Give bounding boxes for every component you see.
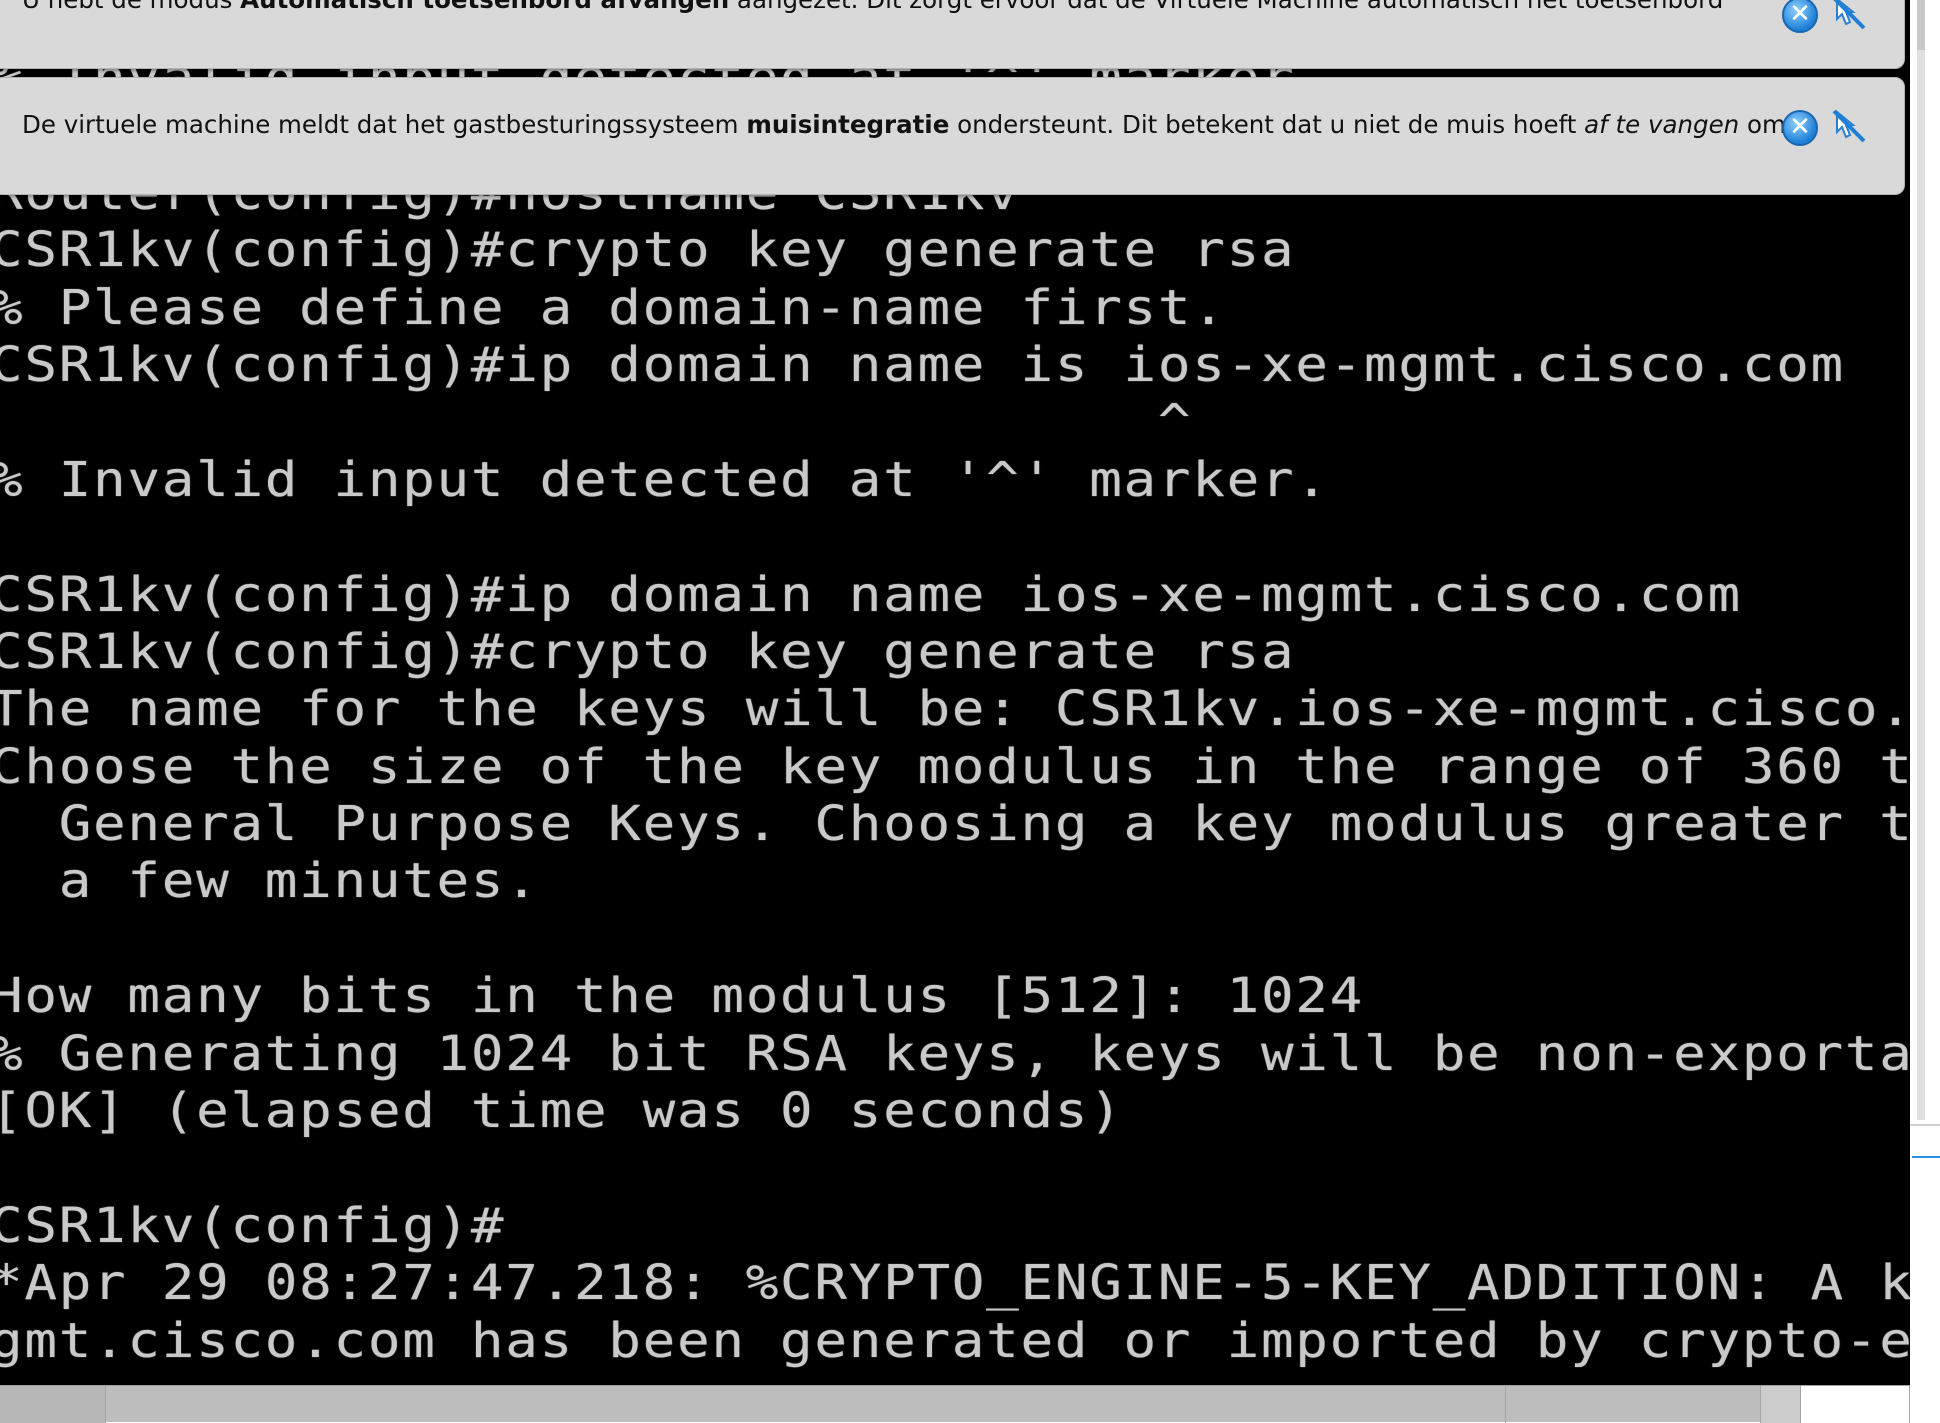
notification-text-part: De virtuele machine meldt dat het gastbe… — [22, 110, 747, 139]
status-bar-segment — [1506, 1386, 1761, 1423]
close-icon[interactable]: ✕ — [1782, 0, 1818, 33]
terminal-output: % Invalid input detected at '^' marker.R… — [0, 50, 1910, 1370]
terminal-line: gmt.cisco.com has been generated or impo… — [0, 1312, 1910, 1369]
notification-text-part: om — [1739, 110, 1786, 139]
terminal-line: General Purpose Keys. Choosing a key mod… — [58, 796, 1910, 853]
divider — [1910, 1124, 1940, 1126]
status-bar-segment — [1801, 1386, 1910, 1423]
notification-text-part: muisintegratie — [746, 110, 950, 139]
terminal-line: CSR1kv(config)# — [0, 1197, 506, 1254]
do-not-show-again-icon[interactable] — [1829, 106, 1869, 146]
terminal-line: How many bits in the modulus [512]: 1024 — [0, 968, 1365, 1025]
notification-keyboard-capture: U hebt de modus Automatisch toetsenbord … — [0, 0, 1905, 69]
terminal-line: ^ — [0, 394, 1193, 451]
scrollbar-thumb[interactable] — [1917, 0, 1925, 50]
terminal-line: The name for the keys will be: CSR1kv.io… — [0, 681, 1910, 738]
notification-mouse-integration: De virtuele machine meldt dat het gastbe… — [0, 77, 1905, 195]
notification-message: De virtuele machine meldt dat het gastbe… — [22, 110, 1786, 139]
terminal-line: CSR1kv(config)#crypto key generate rsa — [0, 623, 1296, 680]
terminal-line: a few minutes. — [0, 853, 540, 910]
terminal-line: Choose the size of the key modulus in th… — [0, 738, 1910, 795]
accent-line — [1912, 1156, 1940, 1158]
status-bar-segment — [0, 1386, 106, 1423]
notification-text-part: Automatisch toetsenbord afvangen — [240, 0, 729, 14]
terminal-line: % Please define a domain-name first. — [0, 279, 1227, 336]
terminal-line: % Generating 1024 bit RSA keys, keys wil… — [0, 1025, 1910, 1082]
notification-text-part: aangezet. Dit zorgt ervoor dat de Virtue… — [729, 0, 1723, 14]
do-not-show-again-icon[interactable] — [1829, 0, 1869, 33]
status-bar-segment — [1761, 1386, 1801, 1423]
vm-console-screen[interactable]: % Invalid input detected at '^' marker.R… — [0, 0, 1910, 1385]
scrollbar[interactable] — [1917, 0, 1925, 1120]
terminal-line: CSR1kv(config)#ip domain name is ios-xe-… — [0, 336, 1845, 393]
notification-text-part: af te vangen — [1584, 110, 1740, 139]
notification-message: U hebt de modus Automatisch toetsenbord … — [22, 0, 1723, 14]
terminal-line: CSR1kv(config)#crypto key generate rsa — [0, 222, 1296, 279]
notification-text-part: U hebt de modus — [22, 0, 240, 14]
terminal-line: % Invalid input detected at '^' marker. — [0, 451, 1330, 508]
status-bar — [0, 1385, 1910, 1423]
status-bar-segment — [106, 1386, 1506, 1423]
notification-text-part: ondersteunt. Dit betekent dat u niet de … — [949, 110, 1585, 139]
window-edge — [1910, 0, 1940, 1422]
terminal-line: [OK] (elapsed time was 0 seconds) — [0, 1083, 1124, 1140]
terminal-line: *Apr 29 08:27:47.218: %CRYPTO_ENGINE-5-K… — [0, 1255, 1910, 1312]
close-icon[interactable]: ✕ — [1782, 110, 1818, 146]
terminal-line: CSR1kv(config)#ip domain name ios-xe-mgm… — [0, 566, 1742, 623]
